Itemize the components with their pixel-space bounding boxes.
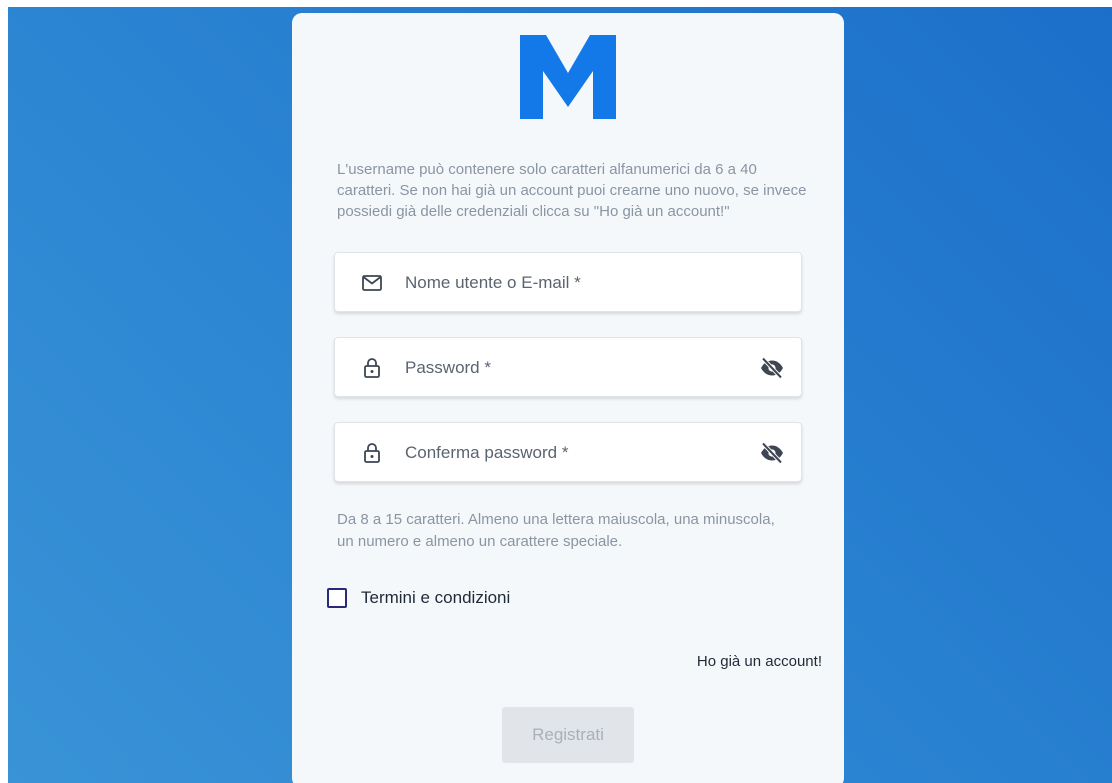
terms-checkbox-row[interactable]: Termini e condizioni	[327, 586, 510, 610]
terms-checkbox[interactable]	[327, 588, 347, 608]
username-field[interactable]	[334, 252, 802, 312]
password-hint-text: Da 8 a 15 caratteri. Almeno una lettera …	[337, 511, 775, 550]
logo-m-icon	[520, 35, 616, 119]
register-card: L'username può contenere solo caratteri …	[292, 13, 844, 783]
already-have-account-link[interactable]: Ho già un account!	[697, 653, 822, 670]
confirm-password-field[interactable]	[334, 422, 802, 482]
lock-icon	[360, 441, 384, 465]
eye-off-icon[interactable]	[759, 441, 785, 465]
brand-logo	[520, 35, 616, 119]
password-field[interactable]	[334, 337, 802, 397]
username-intro-text: L'username può contenere solo caratteri …	[337, 161, 807, 220]
eye-off-icon[interactable]	[759, 356, 785, 380]
mail-icon	[360, 271, 384, 295]
confirm-password-input[interactable]	[405, 433, 745, 473]
password-input[interactable]	[405, 348, 745, 388]
username-input[interactable]	[405, 263, 745, 303]
terms-label[interactable]: Termini e condizioni	[361, 588, 510, 608]
register-button[interactable]: Registrati	[502, 707, 634, 763]
lock-icon	[360, 356, 384, 380]
